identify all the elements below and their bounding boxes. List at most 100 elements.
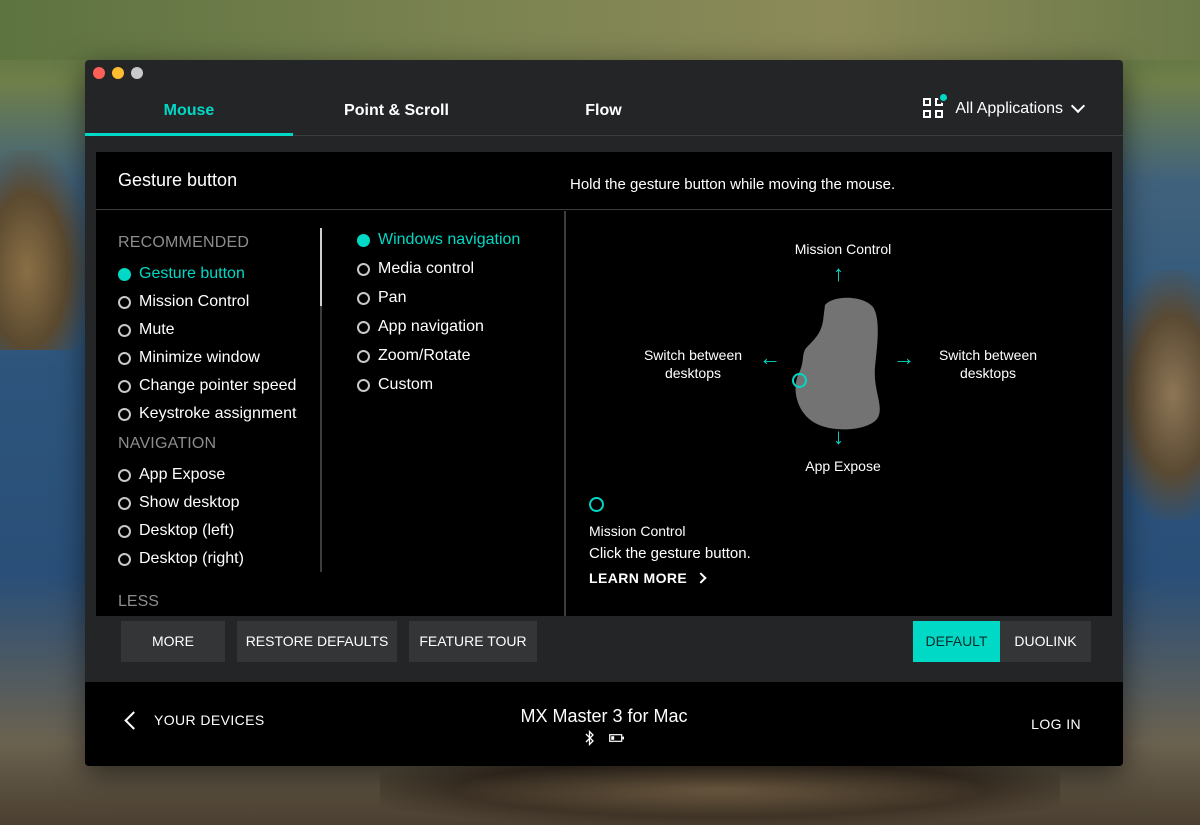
tab-flow[interactable]: Flow <box>500 90 707 136</box>
less-link[interactable]: LESS <box>118 593 159 611</box>
learn-more-label: LEARN MORE <box>589 570 688 586</box>
gesture-up-label: Mission Control <box>794 241 892 257</box>
tab-point-scroll[interactable]: Point & Scroll <box>293 90 500 136</box>
minimize-window-button[interactable] <box>112 67 124 79</box>
option-label: App Expose <box>139 466 226 483</box>
mode-label: App navigation <box>378 318 484 335</box>
mode-zoom-rotate[interactable]: Zoom/Rotate <box>357 347 470 365</box>
mode-pan[interactable]: Pan <box>357 289 406 307</box>
battery-icon <box>609 734 624 742</box>
settings-panel: Gesture button Hold the gesture button w… <box>96 152 1112 616</box>
radio-icon <box>118 407 131 421</box>
log-in-button[interactable]: LOG IN <box>1031 716 1081 732</box>
section-heading-recommended: RECOMMENDED <box>118 234 250 251</box>
option-label: Keystroke assignment <box>139 405 297 422</box>
logi-options-window: Mouse Point & Scroll Flow All Applicatio… <box>85 60 1123 766</box>
device-status-icons <box>585 730 625 746</box>
option-label: Minimize window <box>139 349 260 366</box>
mode-app-navigation[interactable]: App navigation <box>357 318 484 336</box>
panel-header: Gesture button Hold the gesture button w… <box>96 152 1112 210</box>
option-mute[interactable]: Mute <box>118 321 175 339</box>
radio-icon <box>357 262 370 276</box>
gesture-button-marker <box>792 373 807 388</box>
option-minimize-window[interactable]: Minimize window <box>118 349 260 367</box>
mode-label: Custom <box>378 376 434 393</box>
action-list: RECOMMENDED Gesture button Mission Contr… <box>96 211 322 616</box>
option-label: Desktop (left) <box>139 522 235 539</box>
more-button[interactable]: MORE <box>121 621 225 662</box>
mouse-silhouette-icon <box>795 297 880 430</box>
duolink-button[interactable]: DUOLINK <box>1000 621 1091 662</box>
restore-defaults-button[interactable]: RESTORE DEFAULTS <box>237 621 397 662</box>
arrow-left-icon: ← <box>759 345 781 370</box>
mode-label: Zoom/Rotate <box>378 347 471 364</box>
wallpaper-top <box>0 0 1200 60</box>
apps-grid-icon <box>923 92 950 120</box>
radio-icon <box>118 552 131 566</box>
radio-icon <box>357 291 370 305</box>
radio-icon <box>118 295 131 309</box>
arrow-down-icon: ↓ <box>833 424 844 449</box>
option-show-desktop[interactable]: Show desktop <box>118 494 240 512</box>
tab-mouse[interactable]: Mouse <box>85 90 293 136</box>
section-heading-navigation: NAVIGATION <box>118 435 217 452</box>
mode-windows-navigation[interactable]: Windows navigation <box>357 231 520 249</box>
panel-title: Gesture button <box>118 170 238 190</box>
application-selector[interactable]: All Applications <box>923 92 1086 120</box>
option-label: Gesture button <box>139 265 245 282</box>
radio-icon <box>357 378 370 392</box>
click-action-text: Click the gesture button. <box>589 545 751 562</box>
radio-icon <box>118 379 131 393</box>
radio-icon <box>118 351 131 365</box>
wallpaper-cliff-right <box>1110 270 1200 520</box>
radio-icon <box>118 496 131 510</box>
panel-hint: Hold the gesture button while moving the… <box>570 176 896 193</box>
gesture-left-label: Switch between desktops <box>628 346 758 382</box>
radio-selected-icon <box>118 267 131 281</box>
gesture-diagram: Mission Control ↑ Switch between desktop… <box>568 211 1112 616</box>
chevron-right-icon <box>695 572 707 584</box>
application-selector-label: All Applications <box>955 100 1063 117</box>
option-label: Change pointer speed <box>139 377 297 394</box>
gesture-mode-list: Windows navigation Media control Pan App… <box>322 211 566 616</box>
arrow-right-icon: → <box>893 345 915 370</box>
wallpaper-cliff-left <box>0 150 90 350</box>
wallpaper-island-bottom <box>380 765 1060 825</box>
feature-tour-button[interactable]: FEATURE TOUR <box>409 621 537 662</box>
gesture-right-line1: Switch between <box>938 347 1038 363</box>
option-desktop-left[interactable]: Desktop (left) <box>118 522 234 540</box>
gesture-left-line2: desktops <box>664 365 722 381</box>
bluetooth-icon <box>585 730 594 746</box>
option-change-pointer-speed[interactable]: Change pointer speed <box>118 377 296 395</box>
mode-label: Pan <box>378 289 407 306</box>
radio-selected-icon <box>357 233 370 247</box>
zoom-window-button[interactable] <box>131 67 143 79</box>
option-label: Mute <box>139 321 175 338</box>
mode-label: Media control <box>378 260 475 277</box>
radio-icon <box>118 323 131 337</box>
default-button[interactable]: DEFAULT <box>913 621 1000 662</box>
radio-icon <box>357 349 370 363</box>
close-window-button[interactable] <box>93 67 105 79</box>
radio-icon <box>118 524 131 538</box>
option-desktop-right[interactable]: Desktop (right) <box>118 550 244 568</box>
mode-label: Windows navigation <box>378 231 521 248</box>
click-marker-icon <box>589 497 604 512</box>
gesture-left-line1: Switch between <box>643 347 743 363</box>
device-name: MX Master 3 for Mac <box>520 706 688 726</box>
radio-icon <box>118 468 131 482</box>
mode-custom[interactable]: Custom <box>357 376 433 394</box>
tab-bar: Mouse Point & Scroll Flow All Applicatio… <box>85 90 1123 136</box>
radio-icon <box>357 320 370 334</box>
window-controls <box>93 67 143 79</box>
option-label: Desktop (right) <box>139 550 244 567</box>
option-label: Show desktop <box>139 494 240 511</box>
option-mission-control[interactable]: Mission Control <box>118 293 249 311</box>
learn-more-link[interactable]: LEARN MORE <box>589 570 707 586</box>
gesture-down-label: App Expose <box>805 458 881 474</box>
gesture-right-line2: desktops <box>959 365 1017 381</box>
option-app-expose[interactable]: App Expose <box>118 466 225 484</box>
option-gesture-button[interactable]: Gesture button <box>118 265 245 283</box>
mode-media-control[interactable]: Media control <box>357 260 474 278</box>
option-keystroke-assignment[interactable]: Keystroke assignment <box>118 405 296 423</box>
